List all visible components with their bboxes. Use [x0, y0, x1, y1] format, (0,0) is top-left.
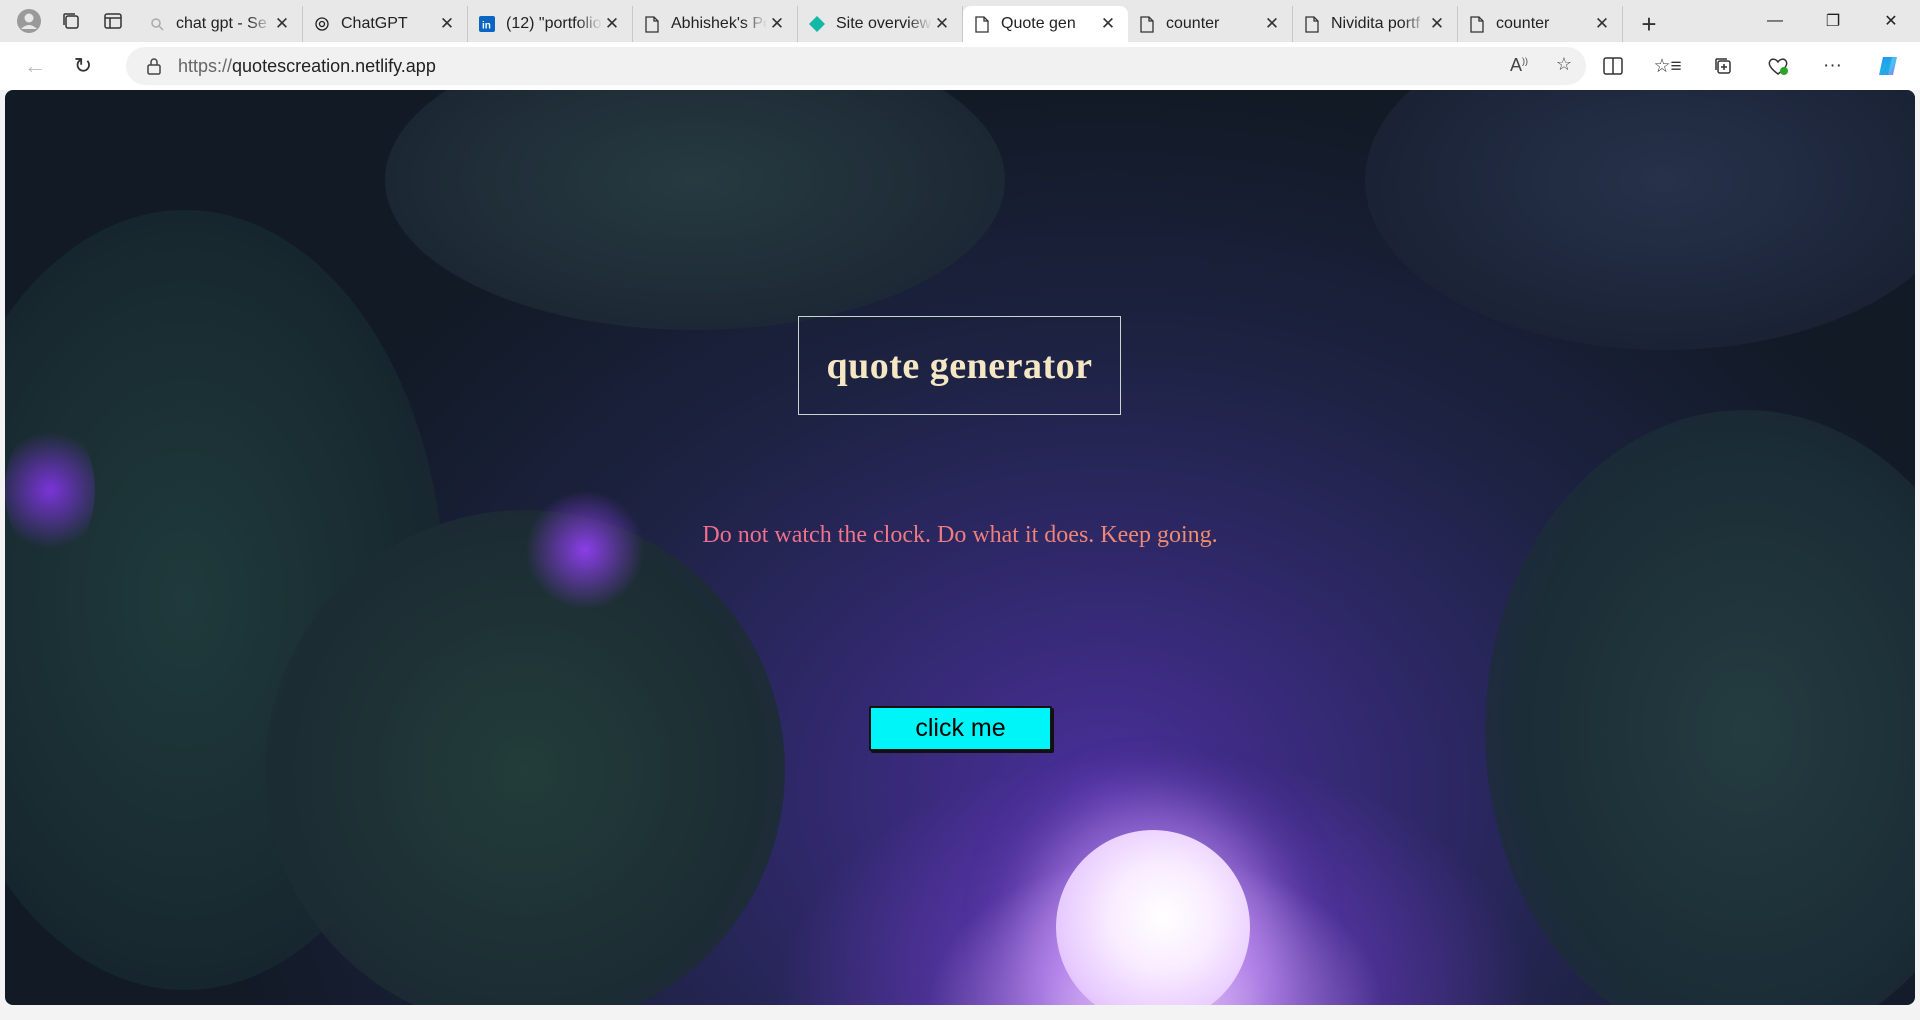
- page-icon: [973, 15, 991, 33]
- url-protocol: https://: [178, 55, 233, 76]
- browser-essentials-icon[interactable]: [1755, 46, 1800, 86]
- tab-title: counter: [1496, 15, 1550, 32]
- search-icon: [148, 15, 166, 33]
- page-title: quote generator: [826, 344, 1093, 387]
- background-cloud: [385, 90, 1005, 330]
- tab-nividita-portfolio[interactable]: Nividita portf ✕: [1293, 6, 1458, 42]
- favorites-icon[interactable]: ☆≡: [1645, 46, 1690, 86]
- moon-image: [1056, 830, 1250, 1005]
- back-arrow-icon[interactable]: ←: [12, 46, 58, 86]
- tab-title: ChatGPT: [341, 15, 408, 32]
- workspaces-icon[interactable]: [52, 4, 90, 38]
- tab-site-overview[interactable]: Site overview ✕: [798, 6, 963, 42]
- restore-icon[interactable]: ❐: [1804, 0, 1862, 42]
- window-controls: — ❐ ✕: [1746, 0, 1920, 42]
- tab-title: chat gpt - Se: [176, 15, 267, 32]
- background-cloud: [265, 510, 785, 1005]
- close-icon[interactable]: ✕: [1262, 14, 1282, 34]
- svg-text:in: in: [482, 21, 491, 32]
- tab-title: Site overview: [836, 15, 932, 32]
- page-icon: [1138, 15, 1156, 33]
- more-options-icon[interactable]: ···: [1810, 46, 1855, 86]
- tab-counter[interactable]: counter ✕: [1128, 6, 1293, 42]
- tab-title: counter: [1166, 15, 1220, 32]
- close-icon[interactable]: ✕: [767, 14, 787, 34]
- background-cloud: [1365, 90, 1915, 350]
- read-aloud-icon[interactable]: A)): [1510, 55, 1528, 76]
- profile-avatar-icon[interactable]: [10, 4, 48, 38]
- chatgpt-icon: [313, 15, 331, 33]
- quote-text: Do not watch the clock. Do what it does.…: [5, 522, 1915, 549]
- tab-title: Quote gen: [1001, 15, 1076, 32]
- close-window-icon[interactable]: ✕: [1862, 0, 1920, 42]
- address-bar[interactable]: https://quotescreation.netlify.app A)) ☆: [126, 47, 1586, 85]
- split-screen-icon[interactable]: [1590, 46, 1635, 86]
- tab-title: (12) "portfolio: [506, 15, 602, 32]
- tabs-list: chat gpt - Se ✕ ChatGPT ✕ in (12) "portf…: [132, 0, 1671, 42]
- close-icon[interactable]: ✕: [602, 14, 622, 34]
- favorite-star-icon[interactable]: ☆: [1556, 54, 1572, 75]
- copilot-icon[interactable]: [1865, 46, 1910, 86]
- close-icon[interactable]: ✕: [437, 14, 457, 34]
- new-tab-plus-icon[interactable]: +: [1627, 6, 1671, 42]
- page-icon: [643, 15, 661, 33]
- page-icon: [1303, 15, 1321, 33]
- url-text: https://quotescreation.netlify.app: [178, 56, 436, 77]
- page-icon: [1468, 15, 1486, 33]
- tab-chatgpt[interactable]: ChatGPT ✕: [303, 6, 468, 42]
- quote-content: Do not watch the clock. Do what it does.…: [702, 522, 1218, 548]
- netlify-icon: [808, 15, 826, 33]
- background-cloud: [1485, 410, 1915, 1005]
- page-title-box: quote generator: [798, 316, 1121, 415]
- tab-quote-gen[interactable]: Quote gen ✕: [963, 6, 1128, 42]
- close-icon[interactable]: ✕: [1427, 14, 1447, 34]
- toolbar-actions: ☆≡ ···: [1590, 42, 1910, 90]
- linkedin-icon: in: [478, 15, 496, 33]
- close-icon[interactable]: ✕: [1592, 14, 1612, 34]
- tab-linkedin[interactable]: in (12) "portfolio ✕: [468, 6, 633, 42]
- collections-icon[interactable]: [1700, 46, 1745, 86]
- close-icon[interactable]: ✕: [1098, 14, 1118, 34]
- tab-title: Nividita portf: [1331, 15, 1420, 32]
- background-glow: [525, 490, 645, 610]
- tab-title: Abhishek's Po: [671, 15, 767, 32]
- minimize-icon[interactable]: —: [1746, 0, 1804, 42]
- lock-icon[interactable]: [146, 57, 162, 75]
- address-toolbar: ← ↻ https://quotescreation.netlify.app A…: [0, 42, 1920, 90]
- tab-strip: chat gpt - Se ✕ ChatGPT ✕ in (12) "portf…: [0, 0, 1920, 42]
- refresh-icon[interactable]: ↻: [60, 46, 106, 86]
- close-icon[interactable]: ✕: [932, 14, 952, 34]
- tab-chat-gpt-search[interactable]: chat gpt - Se ✕: [138, 6, 303, 42]
- url-host: quotescreation.netlify.app: [232, 55, 436, 76]
- tab-counter-2[interactable]: counter ✕: [1458, 6, 1623, 42]
- close-icon[interactable]: ✕: [272, 14, 292, 34]
- tab-abhishek-portfolio[interactable]: Abhishek's Po ✕: [633, 6, 798, 42]
- click-me-button[interactable]: click me: [869, 706, 1052, 751]
- tab-actions-icon[interactable]: [94, 4, 132, 38]
- page-viewport: quote generator Do not watch the clock. …: [5, 90, 1915, 1005]
